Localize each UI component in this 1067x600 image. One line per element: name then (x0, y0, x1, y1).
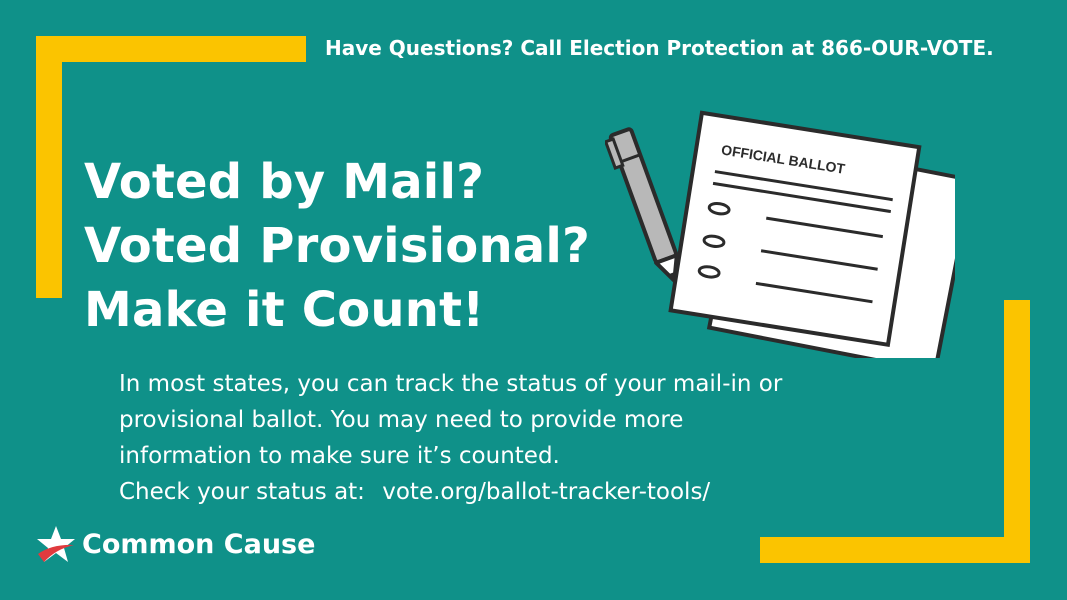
status-line: Check your status at: vote.org/ballot-tr… (119, 474, 979, 510)
instructions-line-1: In most states, you can track the status… (119, 371, 783, 397)
logo-text: Common Cause (82, 528, 316, 560)
instructions-line-2: provisional ballot. You may need to prov… (119, 407, 684, 433)
headline-line-3: Make it Count! (84, 282, 485, 338)
instructions: In most states, you can track the status… (119, 366, 979, 510)
headline-line-2: Voted Provisional? (84, 218, 591, 274)
headline-line-1: Voted by Mail? (84, 154, 485, 210)
ballot-illustration: OFFICIAL BALLOT (605, 110, 955, 358)
frame-bottom-right-vertical (1004, 300, 1030, 562)
frame-bottom-right-horizontal (760, 537, 1030, 563)
ballot-front-sheet (668, 110, 922, 348)
star-icon (37, 526, 75, 562)
instructions-line-3: information to make sure it’s counted. (119, 443, 560, 469)
frame-top-left-horizontal (36, 36, 306, 62)
common-cause-logo: Common Cause (36, 524, 315, 564)
status-url-link[interactable]: vote.org/ballot-tracker-tools/ (382, 479, 710, 505)
headline: Voted by Mail? Voted Provisional? Make i… (84, 150, 590, 342)
pen-icon (605, 127, 679, 283)
status-label: Check your status at: (119, 479, 365, 505)
election-protection-notice: Have Questions? Call Election Protection… (325, 36, 994, 60)
frame-top-left-vertical (36, 36, 62, 298)
